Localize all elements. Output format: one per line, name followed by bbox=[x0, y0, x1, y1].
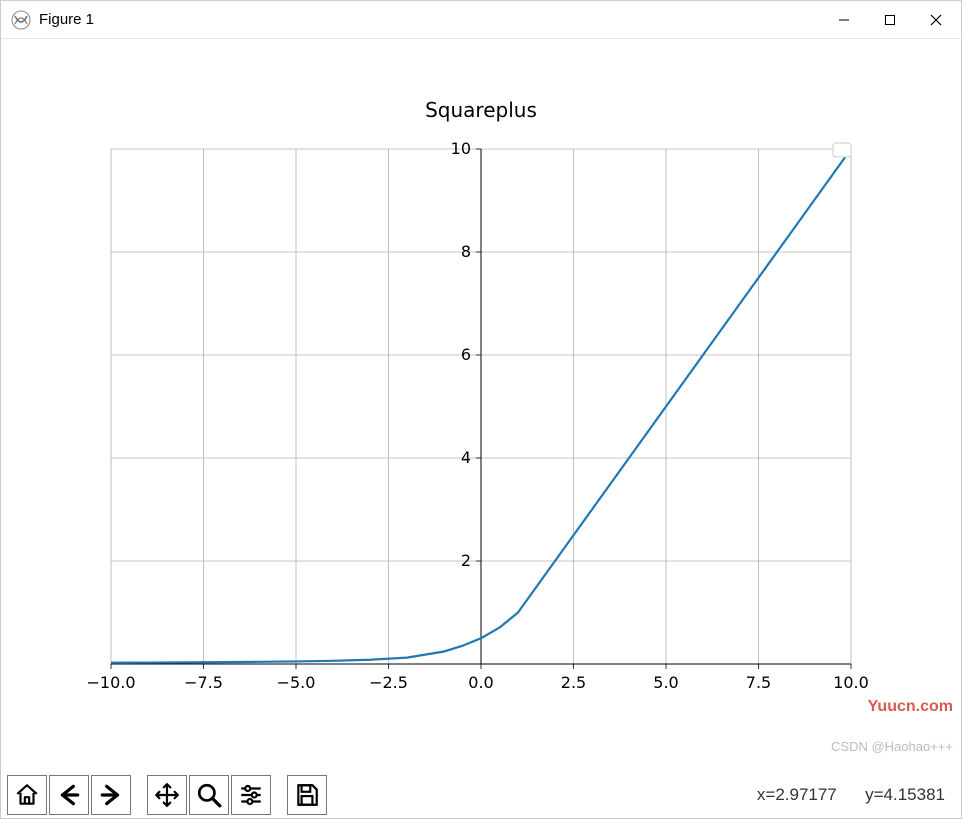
save-button[interactable] bbox=[287, 775, 327, 815]
svg-text:6: 6 bbox=[461, 345, 471, 364]
svg-text:2: 2 bbox=[461, 551, 471, 570]
status-x-value: 2.97177 bbox=[775, 785, 836, 804]
toolbar: x=2.97177 y=4.15381 bbox=[1, 772, 961, 818]
svg-text:−5.0: −5.0 bbox=[277, 673, 316, 692]
svg-text:−7.5: −7.5 bbox=[184, 673, 223, 692]
home-button[interactable] bbox=[7, 775, 47, 815]
svg-text:−2.5: −2.5 bbox=[369, 673, 408, 692]
status-y-value: 4.15381 bbox=[884, 785, 945, 804]
watermark-secondary: CSDN @Haohao+++ bbox=[831, 739, 953, 754]
status-x-label: x= bbox=[757, 785, 775, 804]
back-button[interactable] bbox=[49, 775, 89, 815]
minimize-button[interactable] bbox=[821, 5, 867, 35]
svg-text:4: 4 bbox=[461, 448, 471, 467]
titlebar: Figure 1 bbox=[1, 1, 961, 39]
configure-button[interactable] bbox=[231, 775, 271, 815]
close-button[interactable] bbox=[913, 5, 959, 35]
chart-title: Squareplus bbox=[425, 98, 537, 122]
svg-text:−10.0: −10.0 bbox=[86, 673, 135, 692]
cursor-status: x=2.97177 y=4.15381 bbox=[329, 785, 955, 805]
svg-text:0.0: 0.0 bbox=[468, 673, 493, 692]
svg-text:2.5: 2.5 bbox=[561, 673, 586, 692]
svg-text:8: 8 bbox=[461, 242, 471, 261]
app-icon bbox=[11, 10, 31, 30]
svg-text:7.5: 7.5 bbox=[746, 673, 771, 692]
status-y-label: y= bbox=[865, 785, 883, 804]
figure-window: Figure 1 Squareplus −10.0 −7.5 −5.0 −2.5 0.0 2… bbox=[0, 0, 962, 819]
maximize-button[interactable] bbox=[867, 5, 913, 35]
chart-canvas[interactable]: Squareplus −10.0 −7.5 −5.0 −2.5 0.0 2.5 5.0 7.5 1… bbox=[1, 39, 961, 774]
watermark-primary: Yuucn.com bbox=[868, 698, 953, 716]
svg-text:5.0: 5.0 bbox=[653, 673, 678, 692]
pan-button[interactable] bbox=[147, 775, 187, 815]
plot-area[interactable]: Squareplus −10.0 −7.5 −5.0 −2.5 0.0 2.5 5.0 7.5 1… bbox=[1, 39, 961, 772]
forward-button[interactable] bbox=[91, 775, 131, 815]
zoom-button[interactable] bbox=[189, 775, 229, 815]
svg-text:10.0: 10.0 bbox=[833, 673, 869, 692]
window-title: Figure 1 bbox=[39, 11, 94, 28]
svg-text:10: 10 bbox=[451, 139, 471, 158]
